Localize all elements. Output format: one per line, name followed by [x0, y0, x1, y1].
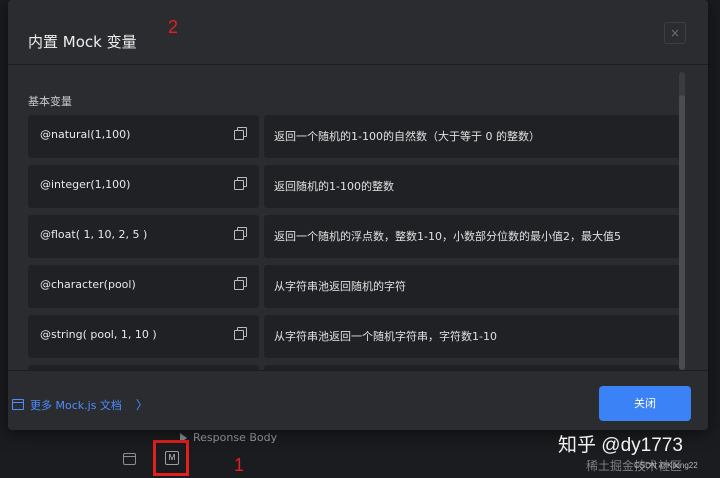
annotation-number-1: 1 [234, 455, 245, 475]
variable-code: @character(pool) [40, 278, 136, 291]
variable-code: @integer(1,100) [40, 178, 131, 191]
zhihu-watermark: 知乎 @dy1773 [558, 435, 683, 456]
variable-row: @natural(1,100) 返回一个随机的1-100的自然数（大于等于 0 … [28, 115, 680, 158]
variable-description-cell: 返回一个随机的1-100的自然数（大于等于 0 的整数） [264, 115, 680, 158]
variable-description: 从字符串池返回一个随机字符串，字符数1-10 [274, 330, 497, 343]
close-icon[interactable]: × [664, 22, 686, 44]
annotation-highlight-box [153, 440, 189, 476]
copy-icon[interactable] [234, 177, 247, 190]
variable-description-cell: 从字符串池返回随机的字符 [264, 265, 680, 308]
variable-code: @natural(1,100) [40, 128, 131, 141]
modal-body[interactable]: 基本变量 @natural(1,100) 返回一个随机的1-100的自然数（大于… [8, 65, 708, 370]
variable-description: 返回随机的1-100的整数 [274, 180, 394, 193]
variable-code-cell: @float( 1, 10, 2, 5 ) [28, 215, 259, 258]
mockjs-docs-link[interactable]: 更多 Mock.js 文档 〉 [12, 396, 148, 413]
copy-icon[interactable] [234, 277, 247, 290]
variable-code-cell: @natural(1,100) [28, 115, 259, 158]
panel-icon[interactable] [123, 453, 136, 465]
variable-code: @float( 1, 10, 2, 5 ) [40, 228, 148, 241]
doc-icon [12, 399, 24, 410]
modal-header: 内置 Mock 变量 × [8, 0, 708, 65]
modal-title: 内置 Mock 变量 [28, 33, 137, 51]
variable-description: 从字符串池返回随机的字符 [274, 280, 406, 293]
scrollbar-thumb[interactable] [679, 95, 685, 370]
response-body-label: Response Body [193, 431, 278, 444]
background-right-edge [706, 0, 720, 478]
variable-row: @float( 1, 10, 2, 5 ) 返回一个随机的浮点数，整数1-10，… [28, 215, 680, 258]
section-title: 基本变量 [28, 95, 72, 108]
variable-description-cell: 返回一个随机的浮点数，整数1-10，小数部分位数的最小值2，最大值5 [264, 215, 680, 258]
csdn-watermark: CSDN @Kiking22 [634, 461, 698, 470]
variable-row: @integer(1,100) 返回随机的1-100的整数 [28, 165, 680, 208]
close-button[interactable]: 关闭 [599, 386, 691, 421]
copy-icon[interactable] [234, 127, 247, 140]
docs-link-label: 更多 Mock.js 文档 [30, 398, 122, 412]
variable-code: @string( pool, 1, 10 ) [40, 328, 157, 341]
variable-code-cell: @integer(1,100) [28, 165, 259, 208]
mock-variables-modal: 内置 Mock 变量 × 基本变量 @natural(1,100) 返回一个随机… [8, 0, 708, 430]
variable-code-cell: @character(pool) [28, 265, 259, 308]
variable-code-cell: @string( pool, 1, 10 ) [28, 315, 259, 358]
variable-description-cell: 从字符串池返回一个随机字符串，字符数1-10 [264, 315, 680, 358]
copy-icon[interactable] [234, 227, 247, 240]
variable-description-cell: 返回随机的1-100的整数 [264, 165, 680, 208]
variable-description: 返回一个随机的浮点数，整数1-10，小数部分位数的最小值2，最大值5 [274, 230, 621, 243]
copy-icon[interactable] [234, 327, 247, 340]
chevron-right-icon: 〉 [135, 398, 148, 412]
variable-row: @string( pool, 1, 10 ) 从字符串池返回一个随机字符串，字符… [28, 315, 680, 358]
modal-footer: 更多 Mock.js 文档 〉 关闭 [8, 370, 708, 431]
annotation-number-2: 2 [168, 17, 179, 37]
variable-description: 返回一个随机的1-100的自然数（大于等于 0 的整数） [274, 130, 540, 143]
response-body-section[interactable]: Response Body [180, 431, 277, 444]
variable-row: @character(pool) 从字符串池返回随机的字符 [28, 265, 680, 308]
